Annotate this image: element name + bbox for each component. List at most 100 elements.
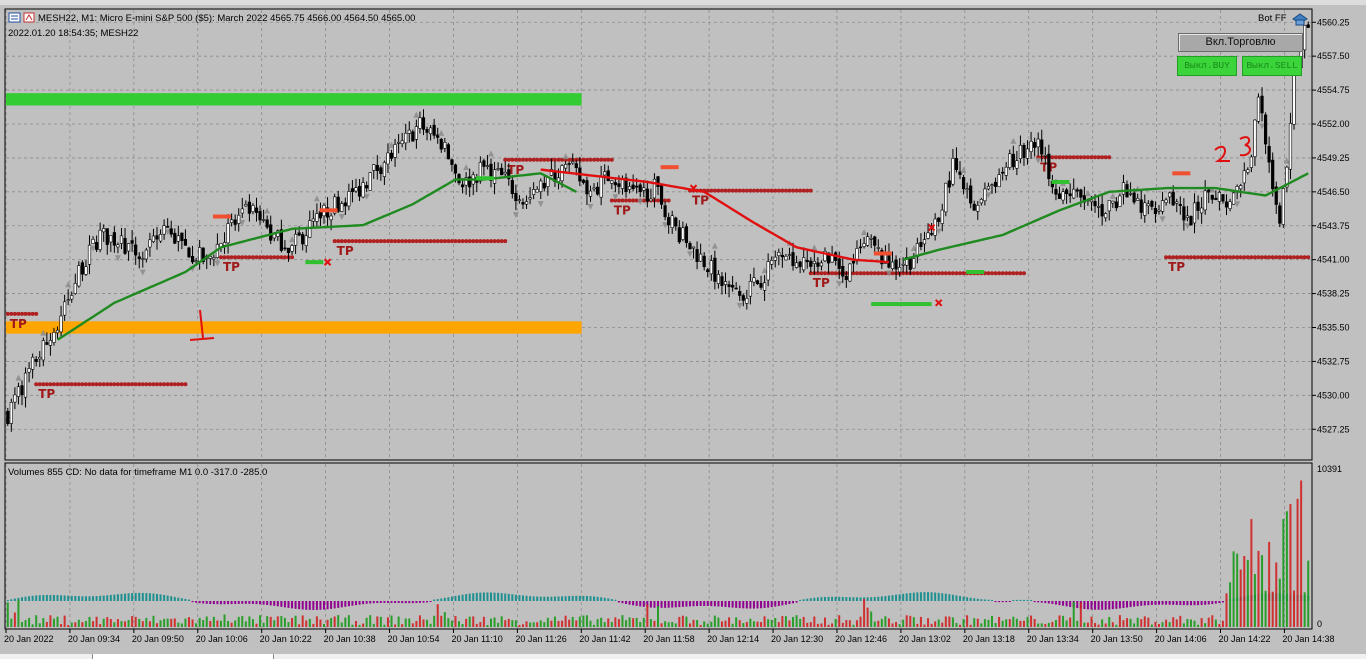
tp-dot <box>382 239 387 244</box>
candle-bear <box>684 226 689 244</box>
candle-bull <box>766 261 770 281</box>
cd-bar <box>802 599 805 601</box>
cd-bar <box>948 594 951 601</box>
tp-dot <box>19 311 24 316</box>
chart-canvas[interactable]: TPTPTPTPTPTPTPTPTPTP 4560.254557.504554.… <box>0 5 1366 654</box>
cd-bar <box>1086 601 1089 610</box>
volume-bar <box>703 621 706 627</box>
volume-bar <box>667 622 670 627</box>
volume-bar <box>713 615 716 627</box>
candle-bull <box>496 168 500 170</box>
tp-dot <box>105 382 110 387</box>
tp-dot <box>229 255 234 260</box>
cd-bar <box>632 601 635 606</box>
tp-dot <box>989 271 994 276</box>
cd-bar <box>1008 601 1011 603</box>
candle-bull <box>933 218 937 236</box>
volume-bar <box>937 619 940 627</box>
candle-bull <box>386 152 390 165</box>
candle-bear <box>937 217 941 222</box>
cd-bar <box>919 592 922 601</box>
volume-bar <box>880 618 883 627</box>
tp-dot <box>481 239 486 244</box>
green-zone <box>6 93 582 106</box>
candle-bear <box>1221 194 1225 202</box>
volume-bar <box>571 616 574 627</box>
volume-bar <box>120 621 123 627</box>
cd-bar <box>731 601 734 608</box>
cd-bar <box>340 601 343 608</box>
volume-bar <box>60 624 63 627</box>
volume-bar <box>422 619 425 627</box>
cd-bar <box>301 601 304 610</box>
time-label: 20 Jan 14:22 <box>1219 634 1271 644</box>
cd-bar <box>937 592 940 601</box>
tp-dot <box>730 188 735 193</box>
tp-dot <box>155 382 160 387</box>
volume-bar <box>184 618 187 627</box>
volume-bar <box>447 618 450 627</box>
trade-toggle-button[interactable]: Вкл.Торговлю <box>1178 33 1303 52</box>
tp-dot <box>94 382 99 387</box>
candle-bull <box>1157 209 1161 212</box>
volume-bar <box>806 622 809 627</box>
candle-bear <box>301 234 305 245</box>
cd-bar <box>898 594 901 601</box>
volume-bar <box>642 617 645 627</box>
tp-dot <box>1192 255 1197 260</box>
volume-bar <box>845 620 848 627</box>
candle-bull <box>564 164 568 169</box>
volume-bar <box>1193 620 1196 627</box>
volume-bar <box>319 619 322 627</box>
volume-bar <box>919 616 922 627</box>
tp-dot <box>428 239 433 244</box>
volume-bar <box>955 622 958 627</box>
price-label: 4535.50 <box>1317 323 1350 333</box>
cd-bar <box>987 599 990 601</box>
candle-bull <box>869 238 873 240</box>
candle-bull <box>9 402 13 424</box>
volume-bar <box>454 616 457 627</box>
volume-bar <box>1108 616 1111 627</box>
tp-dot <box>371 239 376 244</box>
buy-toggle-button[interactable]: Выкл.BUY <box>1177 56 1237 76</box>
cd-bar <box>607 598 610 601</box>
volume-bar <box>340 622 343 627</box>
candle-bull <box>41 340 45 361</box>
cd-bar <box>1197 601 1200 606</box>
cd-bar <box>1122 601 1125 608</box>
chart-window[interactable]: TPTPTPTPTPTPTPTPTPTP 4560.254557.504554.… <box>0 5 1366 654</box>
tp-dot <box>16 311 21 316</box>
time-label: 20 Jan 11:10 <box>451 634 502 644</box>
tp-dot <box>1260 255 1265 260</box>
tp-dot <box>1068 155 1073 160</box>
cd-bar <box>1147 601 1150 606</box>
tp-dot <box>787 188 792 193</box>
candle-bull <box>986 185 991 190</box>
volume-bar <box>1232 551 1235 627</box>
cd-bar <box>617 601 620 603</box>
tp-dot <box>1014 271 1019 276</box>
volume-bar <box>568 619 571 627</box>
cd-bar <box>564 596 567 601</box>
cd-bar <box>35 595 38 601</box>
volume-bar <box>202 620 205 627</box>
tp-dot <box>773 188 778 193</box>
cd-bar <box>404 601 407 604</box>
chart-tab[interactable] <box>92 654 274 659</box>
cd-bar <box>603 597 606 601</box>
tp-dot <box>1057 155 1062 160</box>
tp-dot <box>400 239 405 244</box>
cd-bar <box>930 592 933 601</box>
volume-bar <box>1126 618 1129 627</box>
candle-bull <box>27 368 31 373</box>
candle-bear <box>844 275 848 280</box>
candle-bear <box>595 186 600 195</box>
cd-bar <box>490 592 493 601</box>
candle-bull <box>1239 185 1243 190</box>
cd-bar <box>187 599 190 601</box>
tp-dot <box>258 255 263 260</box>
volume-bar <box>1058 615 1061 627</box>
sell-toggle-button[interactable]: Выкл.SELL <box>1242 56 1302 76</box>
cd-bar <box>305 601 308 610</box>
